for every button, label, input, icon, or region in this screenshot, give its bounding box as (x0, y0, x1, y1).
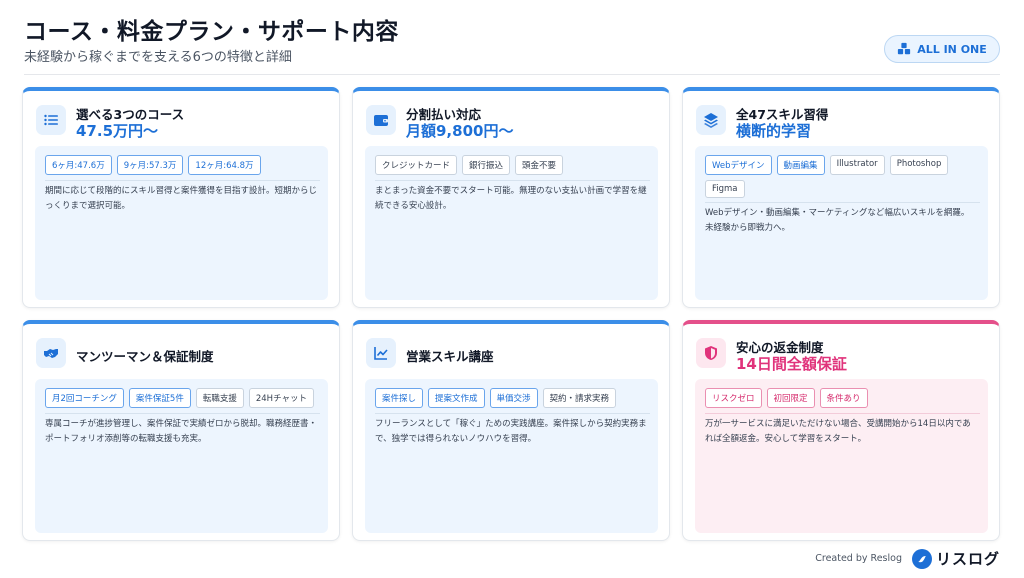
shield-icon (696, 338, 726, 368)
tag-list: 6ヶ月:47.6万 9ヶ月:57.3万 12ヶ月:64.8万 (45, 155, 320, 175)
logo-text: リスログ (935, 550, 1000, 568)
card-sales: 営業スキル講座 案件探し 提案文作成 単価交渉 契約・請求実務 フリーランスとし… (352, 320, 670, 541)
card-title: マンツーマン＆保証制度 (76, 349, 214, 364)
brand-logo[interactable]: リスログ (911, 548, 1000, 569)
page: コース・料金プラン・サポート内容 未経験から稼ぐまでを支える6つの特徴と詳細 A… (0, 0, 1024, 578)
card-divider (705, 202, 980, 203)
card-body: 案件探し 提案文作成 単価交渉 契約・請求実務 フリーランスとして「稼ぐ」ための… (365, 379, 658, 533)
card-skills: 全47スキル習得 横断的学習 Webデザイン 動画編集 Illustrator … (682, 87, 1000, 308)
wallet-icon (366, 105, 396, 135)
tag: 提案文作成 (428, 388, 485, 408)
list-icon (36, 105, 66, 135)
tag: クレジットカード (375, 155, 458, 175)
page-subtitle: 未経験から稼ぐまでを支える6つの特徴と詳細 (24, 50, 292, 65)
card-description: 万が一サービスに満足いただけない場合、受講開始から14日以内であれば全額返金。安… (705, 419, 971, 444)
tag: Webデザイン (705, 155, 772, 175)
card-description: まとまった資金不要でスタート可能。無理のない支払い計画で学習を継続できる安心設計… (375, 186, 647, 211)
card-description: フリーランスとして「稼ぐ」ための実践講座。案件探しから契約実務まで、独学では得ら… (375, 419, 647, 444)
tag: 案件探し (375, 388, 424, 408)
card-highlight: 月額9,800円〜 (406, 122, 514, 140)
tag: Illustrator (829, 155, 885, 175)
card-highlight: 横断的学習 (736, 122, 812, 140)
card-mentoring: マンツーマン＆保証制度 月2回コーチング 案件保証5件 転職支援 24Hチャット… (22, 320, 340, 541)
footer: Created by Reslog リスログ (815, 548, 1000, 569)
tag: リスクゼロ (705, 388, 762, 408)
card-title: 営業スキル講座 (406, 349, 494, 364)
card-divider (45, 413, 320, 414)
tag-list: リスクゼロ 初回限定 条件あり (705, 388, 980, 408)
tag: 初回限定 (766, 388, 815, 408)
tag: 動画編集 (776, 155, 825, 175)
badge-label: ALL IN ONE (917, 42, 987, 56)
card-refund: 安心の返金制度 14日間全額保証 リスクゼロ 初回限定 条件あり 万が一サービス… (682, 320, 1000, 541)
tag: 契約・請求実務 (542, 388, 617, 408)
chart-line-icon (366, 338, 396, 368)
card-description: Webデザイン・動画編集・マーケティングなど幅広いスキルを網羅。未経験から即戦力… (705, 208, 970, 233)
tag: 月2回コーチング (45, 388, 124, 408)
card-highlight: 14日間全額保証 (736, 355, 847, 373)
tag: 銀行振込 (462, 155, 511, 175)
tag: 案件保証5件 (128, 388, 191, 408)
tag: Figma (705, 180, 745, 198)
card-divider (45, 180, 320, 181)
card-body: Webデザイン 動画編集 Illustrator Photoshop Figma… (695, 146, 988, 300)
tag: 24Hチャット (248, 388, 314, 408)
card-body: 月2回コーチング 案件保証5件 転職支援 24Hチャット 専属コーチが進捗管理し… (35, 379, 328, 533)
all-in-one-badge[interactable]: ALL IN ONE (884, 35, 1000, 63)
logo-mark-icon (911, 548, 932, 569)
handshake-icon (36, 338, 66, 368)
tag-list: 案件探し 提案文作成 単価交渉 契約・請求実務 (375, 388, 650, 408)
card-body: リスクゼロ 初回限定 条件あり 万が一サービスに満足いただけない場合、受講開始か… (695, 379, 988, 533)
card-divider (705, 413, 980, 414)
tag: 12ヶ月:64.8万 (188, 155, 261, 175)
tag: 単価交渉 (489, 388, 538, 408)
card-description: 専属コーチが進捗管理し、案件保証で実績ゼロから脱却。職務経歴書・ポートフォリオ添… (45, 419, 318, 444)
card-body: 6ヶ月:47.6万 9ヶ月:57.3万 12ヶ月:64.8万 期間に応じて段階的… (35, 146, 328, 300)
page-title: コース・料金プラン・サポート内容 (24, 19, 399, 45)
card-highlight: 47.5万円〜 (76, 122, 159, 140)
footer-credit: Created by Reslog (815, 553, 902, 564)
cubes-icon (898, 42, 911, 55)
card-installment: 分割払い対応 月額9,800円〜 クレジットカード 銀行振込 頭金不要 まとまっ… (352, 87, 670, 308)
tag: 転職支援 (195, 388, 244, 408)
card-courses: 選べる3つのコース 47.5万円〜 6ヶ月:47.6万 9ヶ月:57.3万 12… (22, 87, 340, 308)
tag-list: クレジットカード 銀行振込 頭金不要 (375, 155, 650, 175)
tag-list: 月2回コーチング 案件保証5件 転職支援 24Hチャット (45, 388, 320, 408)
tag: 頭金不要 (515, 155, 564, 175)
card-body: クレジットカード 銀行振込 頭金不要 まとまった資金不要でスタート可能。無理のな… (365, 146, 658, 300)
tag: 条件あり (819, 388, 868, 408)
tag: 6ヶ月:47.6万 (45, 155, 112, 175)
card-description: 期間に応じて段階的にスキル習得と案件獲得を目指す設計。短期からじっくりまで選択可… (45, 186, 318, 211)
layers-icon (696, 105, 726, 135)
tag-list: Webデザイン 動画編集 Illustrator Photoshop Figma (705, 155, 980, 198)
header-divider (24, 74, 1000, 75)
tag: Photoshop (889, 155, 949, 175)
tag: 9ヶ月:57.3万 (116, 155, 184, 175)
card-divider (375, 180, 650, 181)
card-divider (375, 413, 650, 414)
